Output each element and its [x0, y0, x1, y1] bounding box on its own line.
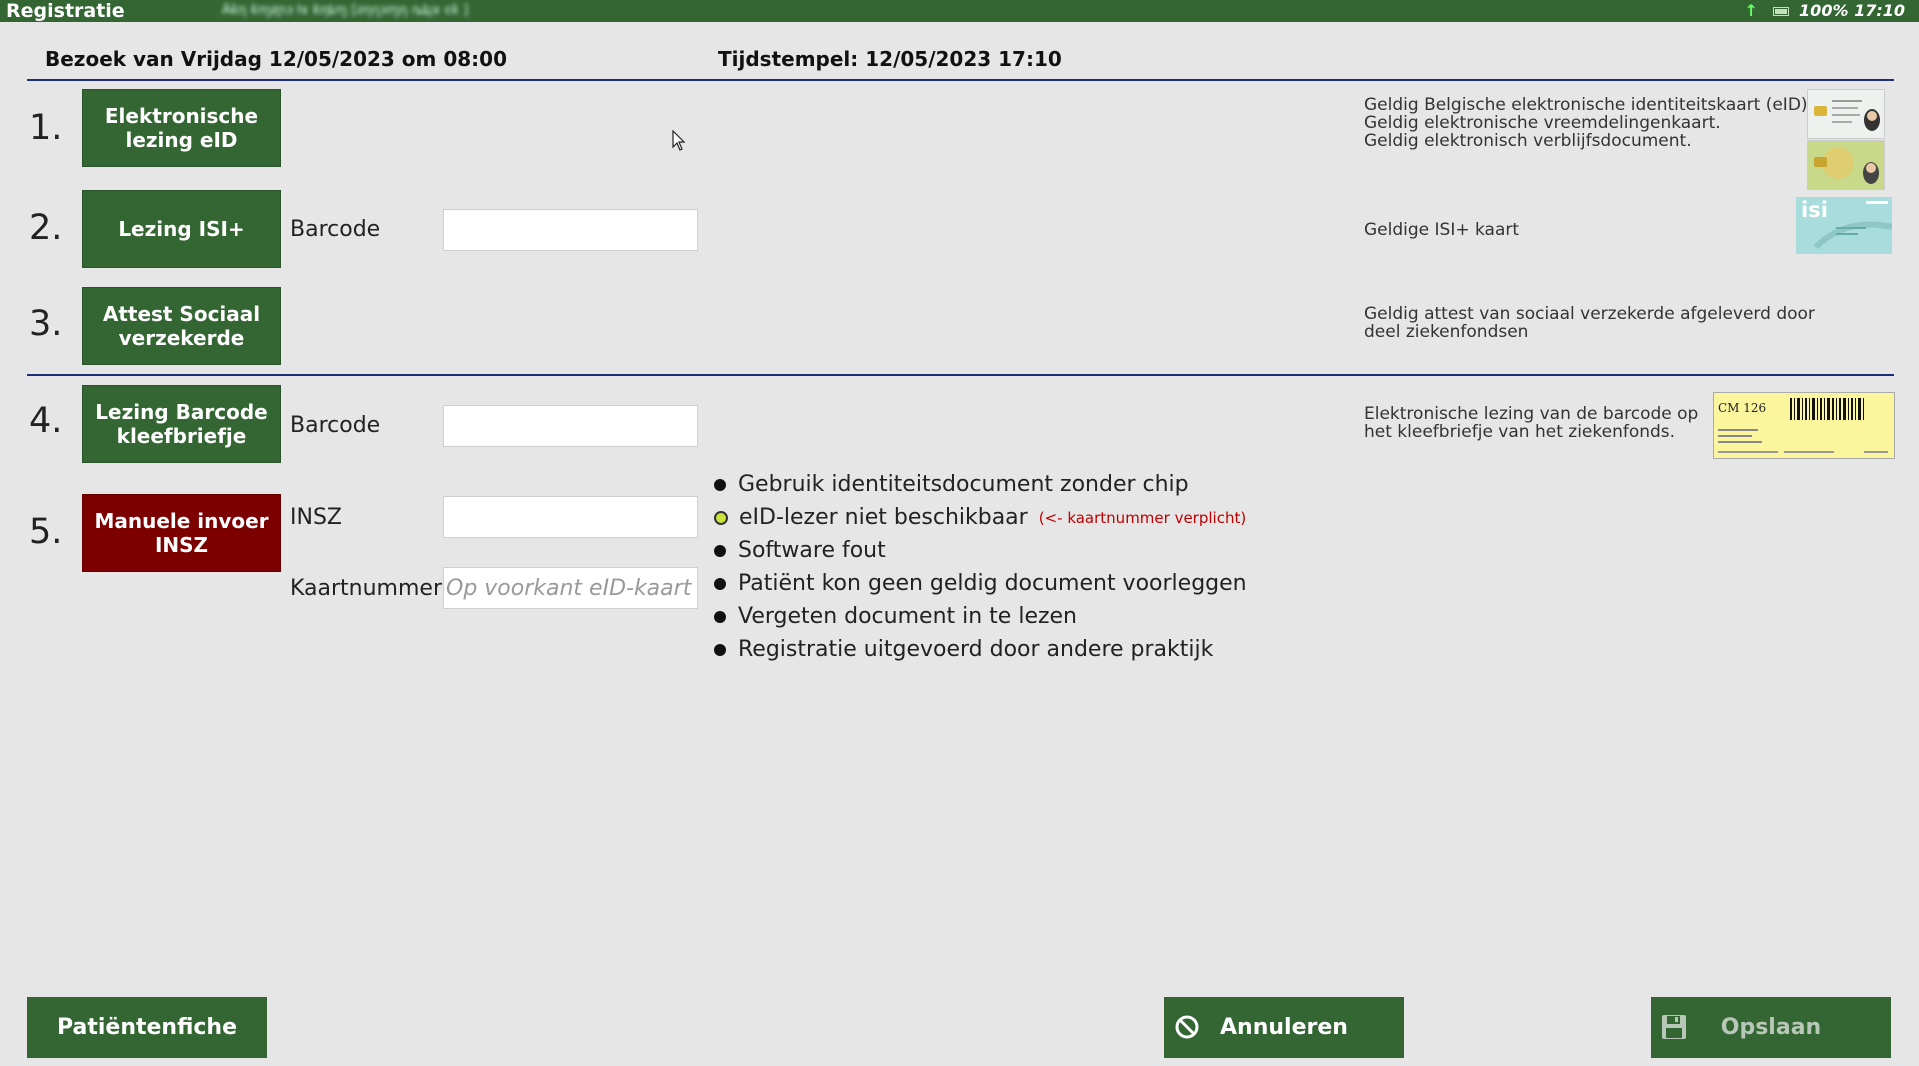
sticker-barcode-input[interactable]	[443, 405, 698, 447]
visit-header: Bezoek van Vrijdag 12/05/2023 om 08:00	[45, 47, 508, 71]
attest-button[interactable]: Attest Sociaal verzekerde	[82, 287, 281, 365]
card-number-input[interactable]	[443, 567, 698, 609]
save-button[interactable]: Opslaan	[1651, 997, 1891, 1058]
isi-barcode-label: Barcode	[290, 217, 381, 242]
reason-option-forgot-to-read[interactable]: Vergeten document in te lezen	[714, 604, 1077, 629]
step-2-description: Geldige ISI+ kaart	[1364, 220, 1520, 240]
no-entry-icon	[1175, 1015, 1199, 1039]
cancel-button[interactable]: Annuleren	[1164, 997, 1404, 1058]
reason-option-other-practice[interactable]: Registratie uitgevoerd door andere prakt…	[714, 637, 1213, 662]
floppy-disk-icon	[1662, 1015, 1686, 1039]
sticker-text: CM 126	[1718, 401, 1767, 415]
insz-input[interactable]	[443, 496, 698, 538]
step-3-description: Geldig attest van sociaal verzekerde afg…	[1364, 304, 1815, 342]
window-title: Registratie	[6, 0, 125, 22]
isi-card-image: isi	[1796, 197, 1892, 254]
step-number-3: 3.	[29, 304, 63, 344]
eid-card-back-image	[1807, 140, 1885, 190]
radio-dot[interactable]	[714, 577, 726, 590]
step-4-description: Elektronische lezing van de barcode op h…	[1364, 404, 1699, 442]
reason-option-reader-unavailable[interactable]: eID-lezer niet beschikbaar (<- kaartnumm…	[714, 505, 1246, 530]
card-number-label: Kaartnummer	[290, 576, 443, 601]
reason-option-software-error[interactable]: Software fout	[714, 538, 886, 563]
radio-dot-selected[interactable]	[714, 510, 728, 525]
patient-file-button[interactable]: Patiëntenfiche	[27, 997, 267, 1058]
eid-card-front-image	[1807, 89, 1885, 139]
radio-dot[interactable]	[714, 478, 726, 491]
step-number-4: 4.	[29, 401, 63, 441]
sticker-barcode-button[interactable]: Lezing Barcode kleefbriefje	[82, 385, 281, 463]
mutuality-sticker-image: CM 126	[1713, 392, 1895, 459]
network-arrow-icon: ↑	[1744, 1, 1758, 20]
insz-label: INSZ	[290, 505, 342, 530]
reason-option-no-valid-document[interactable]: Patiënt kon geen geldig document voorleg…	[714, 571, 1247, 596]
blurred-caption: Ȧƙƞ ƙɱƶɲɜ ƚɤ ƙƞȶɱ [ƨƞɳɜɱƞ ȵȶȷɤ ɛƙ ]	[222, 3, 469, 18]
isi-barcode-input[interactable]	[443, 209, 698, 251]
sticker-barcode-label: Barcode	[290, 413, 381, 438]
step-1-description: Geldig Belgische elektronische identitei…	[1364, 95, 1813, 151]
radio-dot[interactable]	[714, 544, 726, 557]
battery-level: 100%	[1799, 1, 1849, 20]
title-bar: Registratie Ȧƙƞ ƙɱƶɲɜ ƚɤ ƙƞȶɱ [ƨƞɳɜɱƞ ȵȶ…	[0, 0, 1919, 22]
status-area: ↑ 100% 17:10	[1744, 0, 1905, 22]
battery-icon	[1773, 7, 1790, 16]
step-number-1: 1.	[29, 108, 63, 148]
isi-logo: isi	[1801, 198, 1828, 222]
eid-read-button[interactable]: Elektronische lezing eID	[82, 89, 281, 167]
timestamp-header: Tijdstempel: 12/05/2023 17:10	[718, 47, 1062, 71]
mouse-cursor-icon	[672, 130, 686, 151]
divider-middle	[27, 374, 1894, 376]
card-number-required-hint: (<- kaartnummer verplicht)	[1038, 508, 1247, 527]
step-number-5: 5.	[29, 512, 63, 552]
radio-dot[interactable]	[714, 643, 726, 656]
isi-read-button[interactable]: Lezing ISI+	[82, 190, 281, 268]
manual-insz-button[interactable]: Manuele invoer INSZ	[82, 494, 281, 572]
reason-option-no-chip[interactable]: Gebruik identiteitsdocument zonder chip	[714, 472, 1189, 497]
divider-top	[27, 79, 1894, 81]
step-number-2: 2.	[29, 208, 63, 248]
clock: 17:10	[1854, 1, 1905, 20]
radio-dot[interactable]	[714, 610, 726, 623]
